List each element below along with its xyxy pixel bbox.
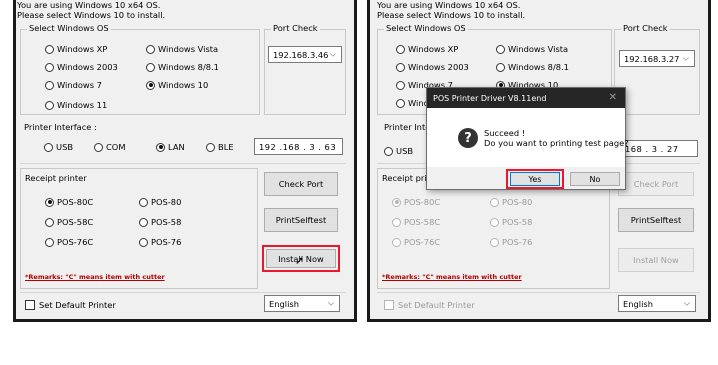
printer-interface-label: Printer Interface : [24,122,97,132]
remarks-note: *Remarks: "C" means item with cutter [382,273,522,281]
os-info-line1: You are using Windows 10 x64 OS. [377,0,521,10]
radio-pos-80c[interactable]: POS-80C [45,197,93,207]
chevron-down-icon: ⌵ [329,49,336,58]
radio-usb[interactable]: USB [44,142,73,152]
os-group-title: Select Windows OS [384,23,468,33]
chevron-down-icon: ⌵ [683,298,690,307]
receipt-printer-title: Receipt printer [25,173,87,183]
port-check-title: Port Check [621,23,670,33]
radio-pos-76c[interactable]: POS-76C [45,237,93,247]
ip-address-input[interactable]: 168 . 3 . 27 [620,140,698,157]
ip-address-input[interactable]: 192 .168 . 3 . 63 [254,138,343,155]
receipt-printer-group: Receipt printer POS-80C POS-80 POS-58C P… [20,168,258,289]
divider [20,163,346,164]
port-select[interactable]: 192.168.3.46 ⌵ [268,46,342,63]
radio-pos-80c[interactable]: POS-80C [392,197,440,207]
radio-windows-8[interactable]: Windows 8/8.1 [496,62,569,72]
dialog-title-bar: POS Printer Driver V8.11end ✕ [427,88,625,108]
radio-windows-10[interactable]: Windows 10 [146,80,208,90]
radio-pos-76[interactable]: POS-76 [139,237,181,247]
port-check-group: Port Check 192.168.3.27 ⌵ [614,23,700,115]
installer-window-right: You are using Windows 10 x64 OS. Please … [367,0,711,322]
os-info-line1: You are using Windows 10 x64 OS. [17,0,161,10]
language-select[interactable]: English ⌵ [618,295,696,312]
radio-pos-58[interactable]: POS-58 [490,217,532,227]
radio-lan[interactable]: LAN [156,142,185,152]
radio-windows-xp[interactable]: Windows XP [396,44,458,54]
radio-windows-7[interactable]: Windows 7 [45,80,102,90]
installer-window-left: You are using Windows 10 x64 OS. Please … [13,0,357,322]
confirm-dialog: POS Printer Driver V8.11end ✕ ? Succeed … [426,87,629,190]
language-select[interactable]: English ⌵ [264,295,340,312]
radio-ble[interactable]: BLE [206,142,234,152]
dialog-message-line1: Succeed ! [484,128,526,138]
print-selftest-button[interactable]: PrintSelftest [618,208,694,232]
remarks-note: *Remarks: "C" means item with cutter [25,273,165,281]
os-info-line2: Please select Windows 10 to install. [17,10,166,20]
print-selftest-button[interactable]: PrintSelftest [264,208,338,232]
radio-com[interactable]: COM [94,142,125,152]
radio-windows-2003[interactable]: Windows 2003 [396,62,469,72]
no-button[interactable]: No [570,172,620,186]
radio-windows-vista[interactable]: Windows Vista [496,44,568,54]
port-select[interactable]: 192.168.3.27 ⌵ [619,50,695,67]
os-info-line2: Please select Windows 10 to install. [377,10,526,20]
install-now-button[interactable]: Install Now [618,248,694,272]
chevron-down-icon: ⌵ [682,53,689,62]
divider [377,292,700,293]
close-icon[interactable]: ✕ [609,92,617,103]
radio-windows-2003[interactable]: Windows 2003 [45,62,118,72]
port-check-group: Port Check 192.168.3.46 ⌵ [264,23,346,115]
radio-pos-80[interactable]: POS-80 [490,197,532,207]
dialog-title: POS Printer Driver V8.11end [433,93,547,103]
yes-highlight [506,169,564,189]
radio-pos-80[interactable]: POS-80 [139,197,181,207]
chevron-down-icon: ⌵ [327,298,334,307]
radio-windows-vista[interactable]: Windows Vista [146,44,218,54]
port-check-title: Port Check [271,23,320,33]
check-port-button[interactable]: Check Port [264,172,338,196]
os-group-title: Select Windows OS [27,23,111,33]
radio-usb[interactable]: USB [384,146,413,156]
radio-pos-58c[interactable]: POS-58C [45,217,93,227]
question-icon: ? [458,128,478,148]
os-group: Select Windows OS Windows XP Windows Vis… [20,23,260,115]
set-default-printer-checkbox[interactable]: Set Default Printer [25,300,116,310]
set-default-printer-checkbox[interactable]: Set Default Printer [384,300,475,310]
mouse-cursor-icon: ➚ [295,254,305,267]
radio-windows-8[interactable]: Windows 8/8.1 [146,62,219,72]
radio-windows-11[interactable]: Windows 11 [45,100,107,110]
dialog-message-line2: Do you want to printing test page? [484,138,629,148]
check-port-button[interactable]: Check Port [618,172,694,196]
divider [20,292,346,293]
radio-pos-76c[interactable]: POS-76C [392,237,440,247]
radio-windows-xp[interactable]: Windows XP [45,44,107,54]
radio-pos-58[interactable]: POS-58 [139,217,181,227]
radio-pos-76[interactable]: POS-76 [490,237,532,247]
radio-pos-58c[interactable]: POS-58C [392,217,440,227]
